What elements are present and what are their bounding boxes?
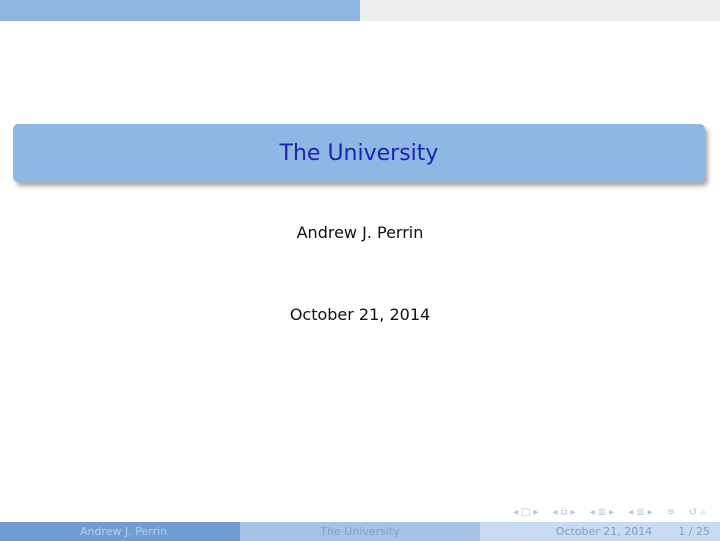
footer-author: Andrew J. Perrin bbox=[0, 522, 240, 541]
slide-date: October 21, 2014 bbox=[289, 305, 431, 324]
nav-frame-icon[interactable]: □ bbox=[521, 507, 530, 518]
nav-search-icon[interactable]: ⌕ bbox=[700, 507, 706, 518]
nav-section-icon[interactable]: ≣ bbox=[598, 507, 606, 518]
nav-presentation-next-icon[interactable]: ▸ bbox=[648, 507, 653, 518]
title-block: The University bbox=[13, 124, 705, 182]
nav-frame-next-icon[interactable]: ▸ bbox=[533, 507, 538, 518]
nav-subsection-next-icon[interactable]: ▸ bbox=[571, 507, 576, 518]
nav-frame-prev-icon[interactable]: ◂ bbox=[513, 507, 518, 518]
nav-align-icon[interactable]: ≡ bbox=[667, 507, 675, 518]
footer-date-cell: October 21, 2014 1 / 25 bbox=[480, 522, 720, 541]
footer-date: October 21, 2014 bbox=[555, 525, 653, 538]
nav-subsection-icon[interactable]: ⧉ bbox=[561, 507, 568, 518]
header-bar bbox=[0, 0, 720, 21]
nav-presentation-prev-icon[interactable]: ◂ bbox=[628, 507, 633, 518]
nav-back-icon[interactable]: ↺ bbox=[689, 507, 697, 518]
footer-bar: Andrew J. Perrin The University October … bbox=[0, 522, 720, 541]
slide-title: The University bbox=[279, 140, 439, 166]
slide-author: Andrew J. Perrin bbox=[296, 223, 424, 242]
nav-section-prev-icon[interactable]: ◂ bbox=[590, 507, 595, 518]
header-bar-right bbox=[360, 0, 720, 21]
header-bar-left bbox=[0, 0, 360, 21]
nav-presentation-icon[interactable]: ≣ bbox=[636, 507, 644, 518]
footer-page-number: 1 / 25 bbox=[678, 525, 710, 538]
navigation-controls: ◂ □ ▸ ◂ ⧉ ▸ ◂ ≣ ▸ ◂ ≣ ▸ ≡ ↺ ⌕ bbox=[513, 505, 706, 519]
footer-title: The University bbox=[240, 522, 480, 541]
nav-section-next-icon[interactable]: ▸ bbox=[609, 507, 614, 518]
nav-subsection-prev-icon[interactable]: ◂ bbox=[553, 507, 558, 518]
